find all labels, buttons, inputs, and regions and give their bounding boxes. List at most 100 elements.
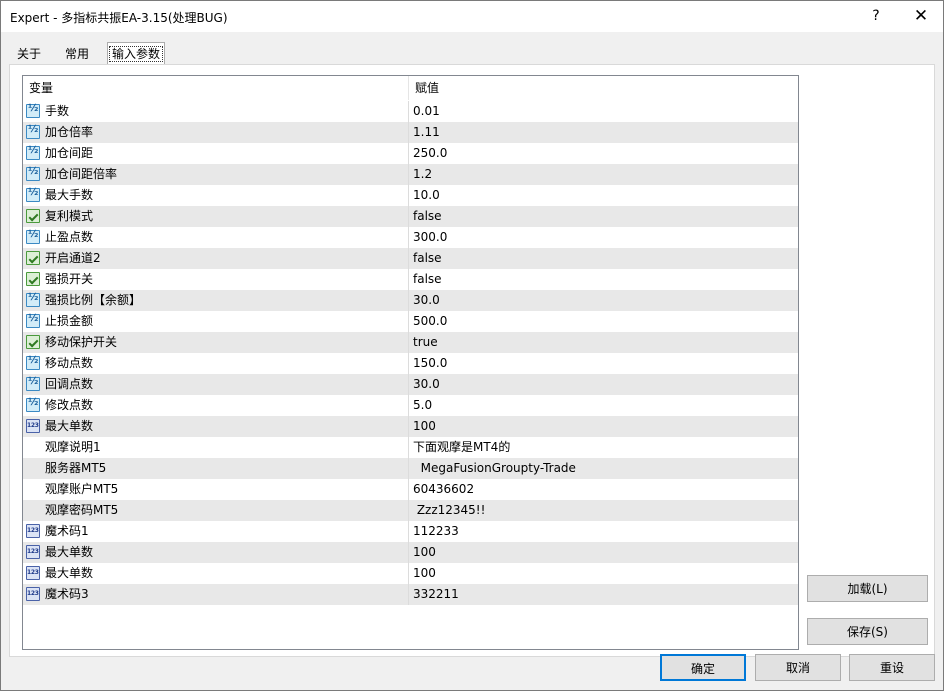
parameter-name: 强损比例【余额】 (45, 293, 142, 307)
parameters-grid: 变量 赋值 手数0.01加仓倍率1.11加仓间距250.0加仓间距倍率1.2最大… (22, 75, 799, 650)
parameter-row[interactable]: 服务器MT5 MegaFusionGroupty-Trade (23, 458, 798, 479)
parameter-value[interactable]: false (409, 206, 798, 227)
string-type-icon (26, 503, 40, 517)
parameter-row[interactable]: 观摩账户MT5 60436602 (23, 479, 798, 500)
parameter-row[interactable]: 移动点数 150.0 (23, 353, 798, 374)
parameter-name-cell: 复利模式 (23, 206, 409, 227)
parameter-row[interactable]: 强损比例【余额】 30.0 (23, 290, 798, 311)
save-button[interactable]: 保存(S) (807, 618, 928, 645)
parameter-value[interactable]: 60436602 (409, 479, 798, 500)
parameter-name: 观摩说明1 (45, 440, 101, 454)
int-type-icon (26, 524, 40, 538)
parameter-value[interactable]: MegaFusionGroupty-Trade (409, 458, 798, 479)
parameter-value[interactable]: 下面观摩是MT4的 (409, 437, 798, 458)
parameter-row[interactable]: 回调点数 30.0 (23, 374, 798, 395)
parameter-row[interactable]: 加仓间距倍率 1.2 (23, 164, 798, 185)
parameter-name: 魔术码3 (45, 587, 89, 601)
parameter-name-cell: 回调点数 (23, 374, 409, 395)
parameter-row[interactable]: 加仓间距 250.0 (23, 143, 798, 164)
parameter-name-cell: 止损金额 (23, 311, 409, 332)
help-button[interactable]: ? (853, 1, 899, 32)
parameter-row[interactable]: 止盈点数 300.0 (23, 227, 798, 248)
parameter-value[interactable]: 100 (409, 416, 798, 437)
parameter-row[interactable]: 魔术码3 332211 (23, 584, 798, 605)
parameter-value[interactable]: true (409, 332, 798, 353)
close-button[interactable]: ✕ (898, 1, 943, 32)
parameter-name: 移动点数 (45, 356, 94, 370)
parameter-row[interactable]: 观摩密码MT5 Zzz12345!! (23, 500, 798, 521)
int-type-icon (26, 587, 40, 601)
tab-inputs-label: 输入参数 (108, 46, 163, 62)
parameter-name-cell: 最大单数 (23, 563, 409, 584)
parameter-value[interactable]: 100 (409, 542, 798, 563)
parameter-row[interactable]: 观摩说明1 下面观摩是MT4的 (23, 437, 798, 458)
title-bar[interactable]: Expert - 多指标共振EA-3.15(处理BUG) ? ✕ (1, 1, 943, 32)
parameter-row[interactable]: 最大单数 100 (23, 563, 798, 584)
bool-type-icon (26, 251, 40, 265)
double-type-icon (26, 166, 40, 181)
reset-button[interactable]: 重设 (849, 654, 935, 681)
string-type-icon (26, 482, 40, 496)
parameter-row[interactable]: 魔术码1 112233 (23, 521, 798, 542)
parameter-value[interactable]: 5.0 (409, 395, 798, 416)
grid-header: 变量 赋值 (23, 76, 798, 100)
parameter-value[interactable]: 100 (409, 563, 798, 584)
parameter-value[interactable]: false (409, 269, 798, 290)
parameter-value[interactable]: 30.0 (409, 290, 798, 311)
parameter-row[interactable]: 移动保护开关 true (23, 332, 798, 353)
double-type-icon (26, 145, 40, 160)
parameter-value[interactable]: 1.2 (409, 164, 798, 185)
bool-type-icon (26, 209, 40, 223)
window-title: Expert - 多指标共振EA-3.15(处理BUG) (10, 11, 228, 25)
string-type-icon (26, 461, 40, 475)
parameter-name: 强损开关 (45, 272, 94, 286)
parameter-value[interactable]: 30.0 (409, 374, 798, 395)
parameter-row[interactable]: 复利模式 false (23, 206, 798, 227)
parameter-name-cell: 手数 (23, 101, 409, 122)
tab-inputs[interactable]: 输入参数 (107, 42, 165, 65)
parameter-name-cell: 服务器MT5 (23, 458, 409, 479)
parameter-row[interactable]: 强损开关 false (23, 269, 798, 290)
column-header-variable[interactable]: 变量 (23, 76, 409, 100)
tab-about[interactable]: 关于 (9, 44, 49, 64)
parameter-value[interactable]: 150.0 (409, 353, 798, 374)
parameter-value[interactable]: 332211 (409, 584, 798, 605)
parameter-row[interactable]: 止损金额 500.0 (23, 311, 798, 332)
parameter-name-cell: 修改点数 (23, 395, 409, 416)
parameter-name-cell: 最大单数 (23, 416, 409, 437)
double-type-icon (26, 124, 40, 139)
parameter-name: 止损金额 (45, 314, 94, 328)
parameter-row[interactable]: 最大手数 10.0 (23, 185, 798, 206)
parameter-value[interactable]: 300.0 (409, 227, 798, 248)
parameter-name-cell: 观摩说明1 (23, 437, 409, 458)
parameter-value[interactable]: 112233 (409, 521, 798, 542)
parameter-name-cell: 强损开关 (23, 269, 409, 290)
ok-button[interactable]: 确定 (660, 654, 746, 681)
tab-common[interactable]: 常用 (55, 44, 99, 64)
int-type-icon (26, 566, 40, 580)
parameter-value[interactable]: 0.01 (409, 101, 798, 122)
parameter-name: 最大手数 (45, 188, 94, 202)
parameter-row[interactable]: 最大单数 100 (23, 416, 798, 437)
parameter-name: 观摩密码MT5 (45, 503, 119, 517)
parameter-name-cell: 观摩账户MT5 (23, 479, 409, 500)
parameter-value[interactable]: 10.0 (409, 185, 798, 206)
parameter-row[interactable]: 开启通道2 false (23, 248, 798, 269)
parameter-row[interactable]: 最大单数 100 (23, 542, 798, 563)
parameter-name-cell: 最大手数 (23, 185, 409, 206)
parameter-value[interactable]: 1.11 (409, 122, 798, 143)
column-header-value[interactable]: 赋值 (409, 76, 798, 100)
parameter-value[interactable]: 250.0 (409, 143, 798, 164)
load-button[interactable]: 加载(L) (807, 575, 928, 602)
parameter-value[interactable]: false (409, 248, 798, 269)
parameter-name: 魔术码1 (45, 524, 89, 538)
parameter-row[interactable]: 加仓倍率 1.11 (23, 122, 798, 143)
parameter-row[interactable]: 修改点数 5.0 (23, 395, 798, 416)
parameter-value[interactable]: Zzz12345!! (409, 500, 798, 521)
int-type-icon (26, 545, 40, 559)
expert-properties-dialog: Expert - 多指标共振EA-3.15(处理BUG) ? ✕ 关于 常用 输… (0, 0, 944, 691)
cancel-button[interactable]: 取消 (755, 654, 841, 681)
parameter-name: 最大单数 (45, 419, 94, 433)
parameter-row[interactable]: 手数 0.01 (23, 101, 798, 122)
parameter-value[interactable]: 500.0 (409, 311, 798, 332)
